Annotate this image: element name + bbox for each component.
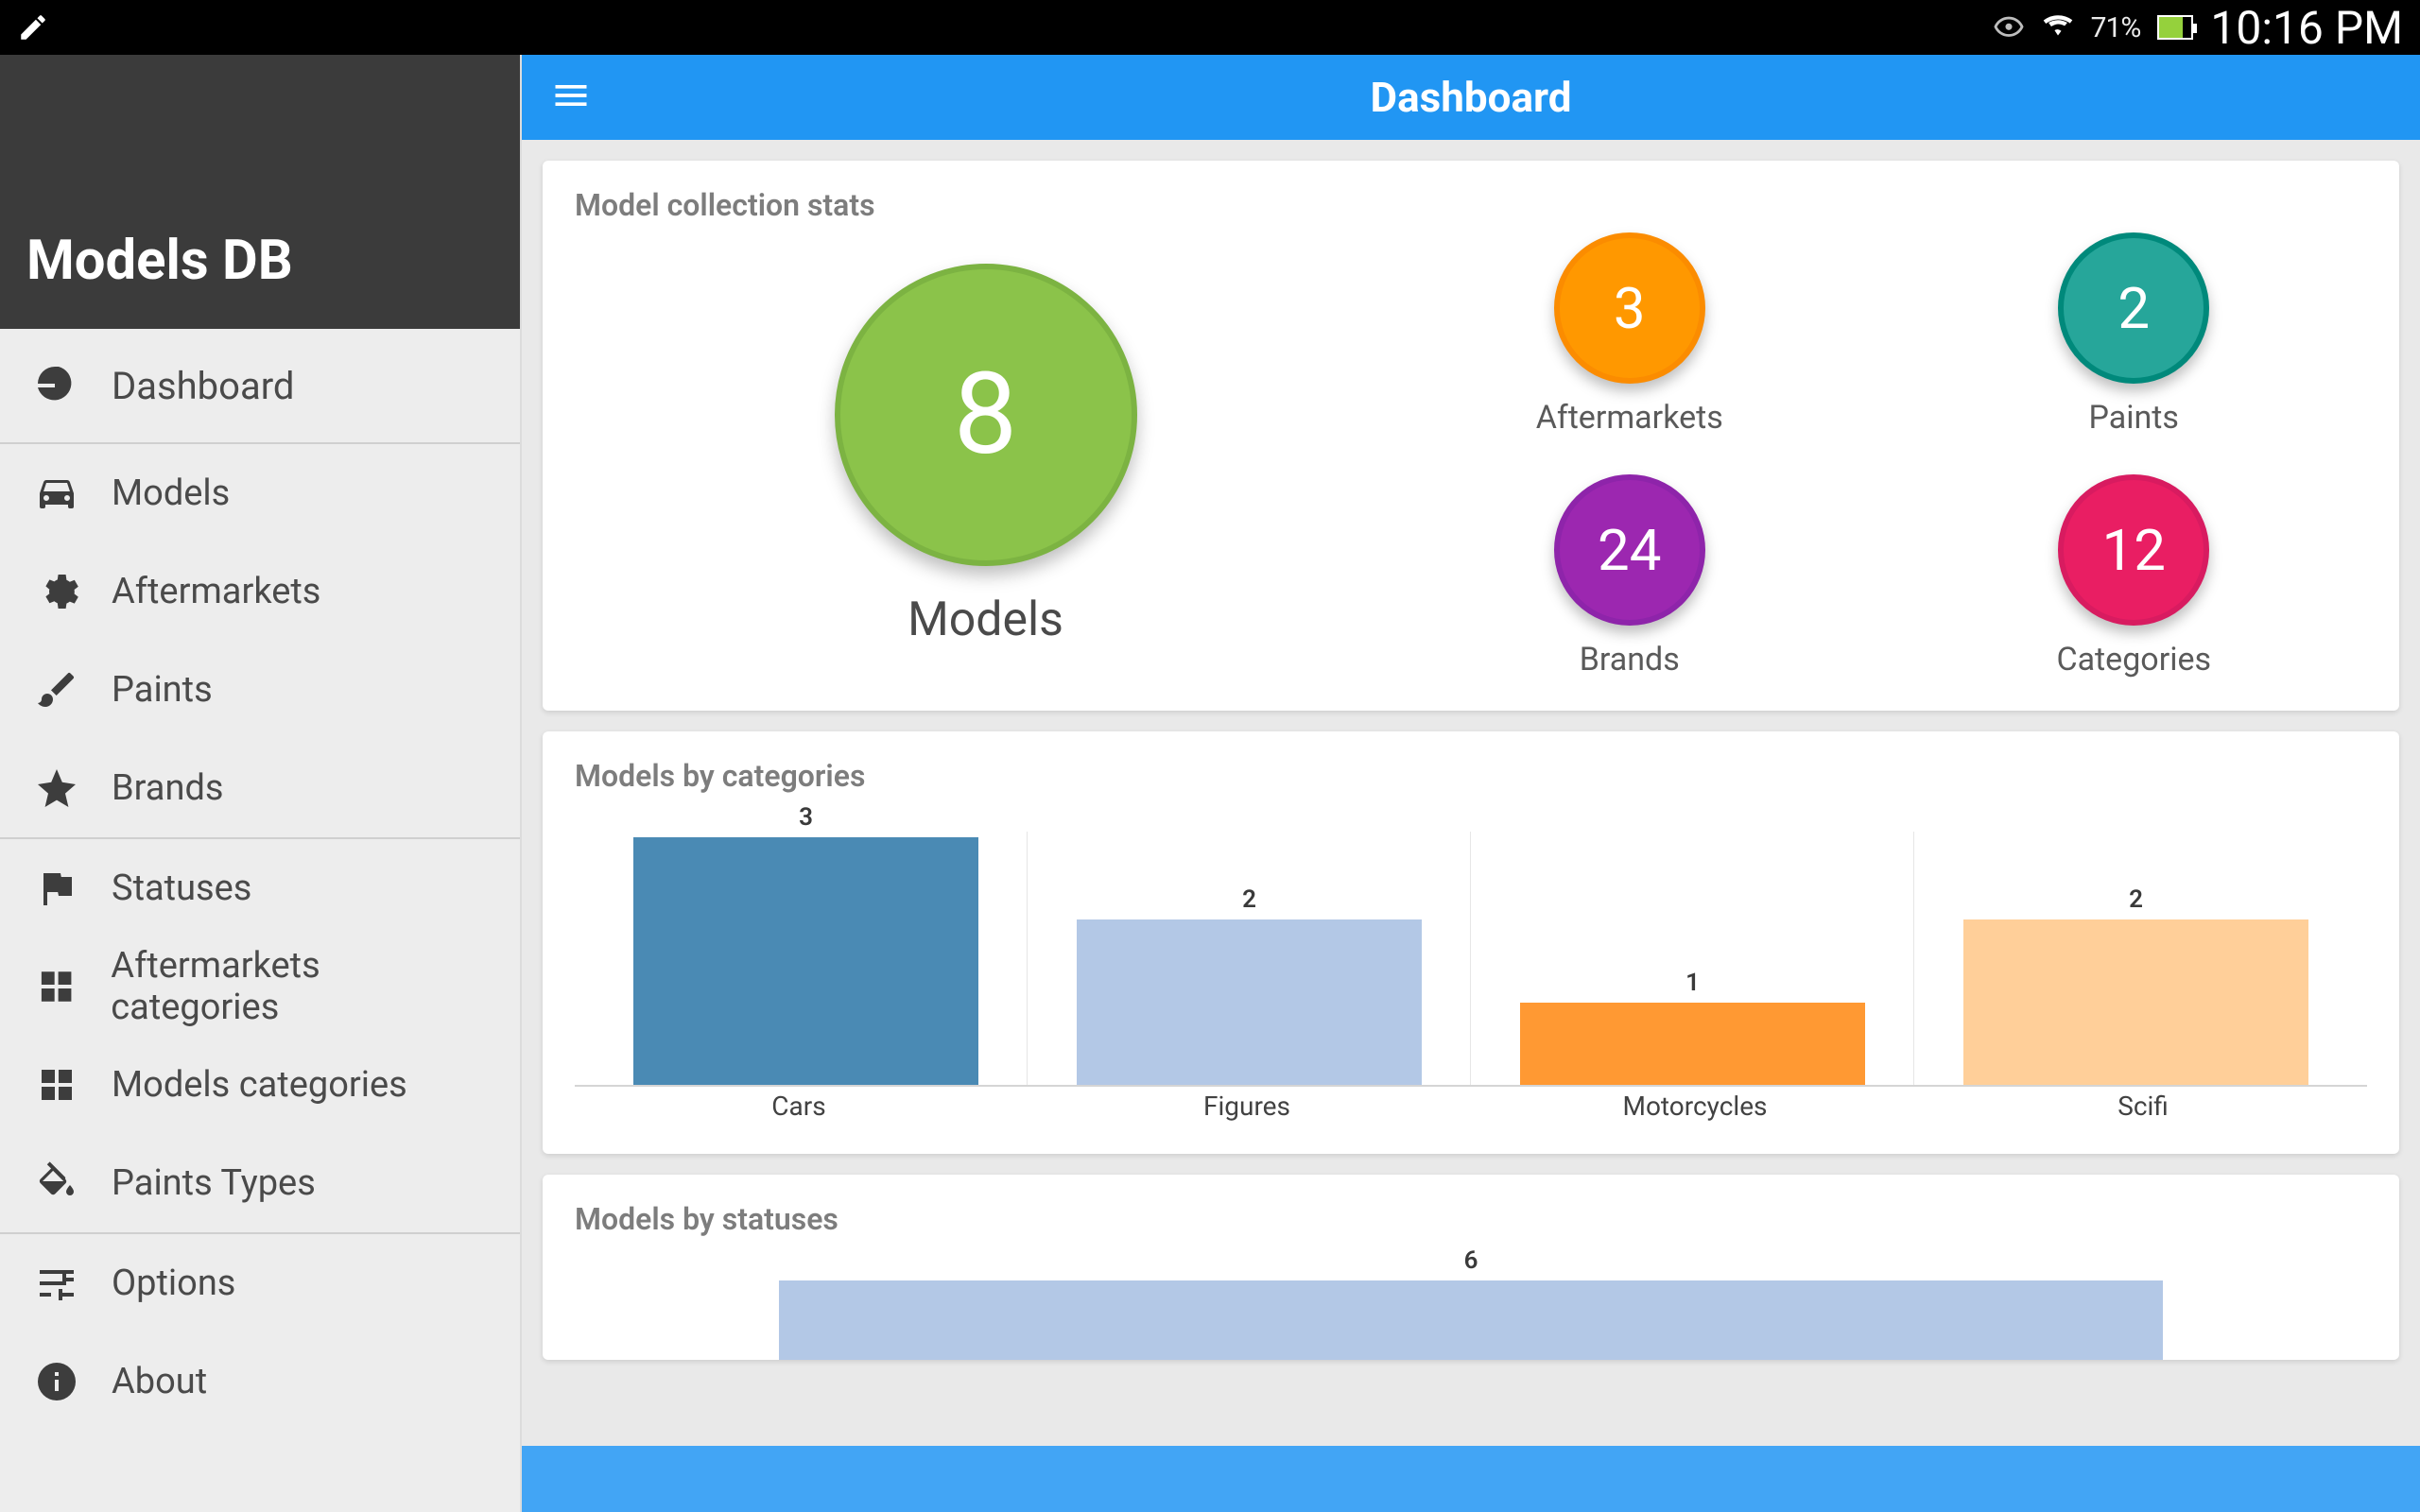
sidebar-item-label: Paints — [112, 669, 213, 711]
bar-value: 2 — [1242, 885, 1256, 914]
bar-value: 3 — [799, 803, 813, 832]
battery-percent: 71% — [2091, 11, 2141, 44]
sidebar-item-aftermarkets[interactable]: Aftermarkets — [0, 542, 520, 641]
bar-Motorcycles: 1 — [1471, 803, 1914, 1085]
stat-models-value: 8 — [954, 349, 1017, 481]
sidebar-item-label: Dashboard — [112, 364, 294, 408]
x-label: Motorcycles — [1471, 1091, 1919, 1122]
x-label: Scifi — [1919, 1091, 2367, 1122]
sidebar-item-label: Aftermarkets categories — [111, 945, 492, 1028]
sidebar-item-models-categories[interactable]: Models categories — [0, 1036, 520, 1134]
sidebar-item-paints-types[interactable]: Paints Types — [0, 1134, 520, 1232]
categories-chart-card: Models by categories 3 2 1 2 CarsFiguresMot… — [543, 731, 2399, 1154]
sidebar-item-brands[interactable]: Brands — [0, 739, 520, 837]
bar-Figures: 2 — [1028, 803, 1471, 1085]
stat-small-paints[interactable]: 2 Paints — [2058, 232, 2209, 437]
categories-chart-xlabels: CarsFiguresMotorcyclesScifi — [575, 1091, 2367, 1122]
bar-rect — [1520, 1003, 1866, 1085]
wifi-icon — [2042, 11, 2074, 43]
sidebar-item-label: Models categories — [112, 1064, 407, 1106]
battery-icon — [2157, 15, 2193, 40]
bar-value: 2 — [2129, 885, 2143, 914]
sidebar-item-label: Paints Types — [112, 1162, 316, 1204]
flag-icon — [34, 866, 79, 911]
stat-small-label: Brands — [1580, 641, 1680, 679]
bar-rect — [1963, 919, 2309, 1085]
statuses-chart-title: Models by statuses — [575, 1201, 2367, 1237]
info-icon — [34, 1359, 79, 1404]
categories-chart: 3 2 1 2 — [575, 803, 2367, 1087]
stat-small-value: 3 — [1554, 232, 1705, 384]
pie-icon — [34, 363, 79, 408]
sidebar-item-label: Aftermarkets — [112, 571, 320, 612]
tune-icon — [34, 1261, 79, 1306]
statuses-chart-card: Models by statuses 6 — [543, 1175, 2399, 1360]
stat-small-brands[interactable]: 24 Brands — [1554, 474, 1705, 679]
stat-models-circle[interactable]: 8 — [835, 264, 1137, 566]
car-icon — [34, 471, 79, 516]
bar-value: 1 — [1685, 969, 1700, 997]
brush-icon — [34, 667, 79, 713]
app-title: Models DB — [26, 229, 293, 293]
bar-Scifi: 2 — [1914, 803, 2358, 1085]
sidebar-item-options[interactable]: Options — [0, 1234, 520, 1332]
bar-Cars: 3 — [584, 803, 1028, 1085]
star-icon — [34, 765, 79, 811]
stats-card: Model collection stats 8 Models 3 Afterma… — [543, 161, 2399, 711]
categories-chart-title: Models by categories — [575, 758, 2367, 794]
edit-icon — [17, 11, 49, 43]
stat-small-value: 24 — [1554, 474, 1705, 626]
smart-stay-icon — [1993, 11, 2025, 43]
sidebar-item-aftermarkets-categories[interactable]: Aftermarkets categories — [0, 937, 520, 1036]
sidebar-item-models[interactable]: Models — [0, 444, 520, 542]
stat-small-categories[interactable]: 12 Categories — [2056, 474, 2211, 679]
sidebar-item-label: Statuses — [112, 868, 251, 909]
sidebar-item-label: About — [112, 1361, 207, 1402]
sidebar-item-label: Models — [112, 472, 230, 514]
x-label: Figures — [1023, 1091, 1471, 1122]
sidebar-item-paints[interactable]: Paints — [0, 641, 520, 739]
sidebar-item-statuses[interactable]: Statuses — [0, 839, 520, 937]
bar-value: 6 — [1464, 1246, 1478, 1275]
x-label: Cars — [575, 1091, 1023, 1122]
stat-models-label: Models — [908, 593, 1063, 647]
sidebar-item-about[interactable]: About — [0, 1332, 520, 1431]
bucket-icon — [34, 1160, 79, 1206]
sidebar-item-label: Options — [112, 1263, 235, 1304]
app-bar: Dashboard — [522, 55, 2420, 140]
gears-icon — [34, 569, 79, 614]
stats-card-title: Model collection stats — [575, 187, 2367, 223]
stat-small-label: Paints — [2089, 399, 2179, 437]
stat-small-aftermarkets[interactable]: 3 Aftermarkets — [1536, 232, 1723, 437]
grid-icon — [34, 964, 78, 1009]
bottom-bar — [522, 1446, 2420, 1512]
nav-drawer: Models DB Dashboard Models — [0, 55, 522, 1512]
bar-rect — [779, 1280, 2162, 1360]
page-title: Dashboard — [550, 73, 2392, 122]
stat-small-label: Categories — [2056, 641, 2211, 679]
content-area: Dashboard Model collection stats 8 Model… — [522, 55, 2420, 1512]
sidebar-item-dashboard[interactable]: Dashboard — [0, 329, 520, 442]
drawer-title: Models DB — [0, 55, 520, 329]
clock: 10:16 PM — [2210, 1, 2403, 55]
sidebar-item-label: Brands — [112, 767, 224, 809]
grid-icon — [34, 1062, 79, 1108]
stat-small-value: 12 — [2058, 474, 2209, 626]
bar-col0: 6 — [584, 1246, 2358, 1360]
statuses-chart: 6 — [575, 1246, 2367, 1360]
android-status-bar: 71% 10:16 PM — [0, 0, 2420, 55]
stat-small-label: Aftermarkets — [1536, 399, 1723, 437]
stat-small-value: 2 — [2058, 232, 2209, 384]
bar-rect — [633, 837, 979, 1085]
bar-rect — [1077, 919, 1423, 1085]
